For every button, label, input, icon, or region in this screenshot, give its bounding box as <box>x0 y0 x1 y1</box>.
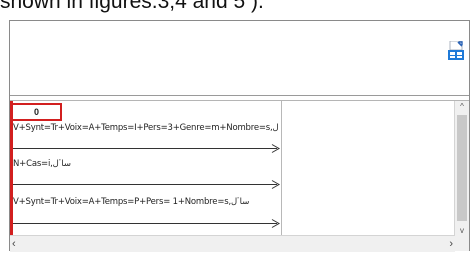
list-item[interactable]: V+Synt=Tr+Voix=A+Temps=I+Pers=3+Genre=m+… <box>13 123 279 141</box>
scroll-down-button[interactable]: v <box>455 225 469 237</box>
scroll-right-button[interactable]: › <box>441 236 453 252</box>
export-excel-icon[interactable] <box>447 41 465 61</box>
horizontal-scrollbar[interactable]: ‹ › <box>10 235 455 252</box>
arrow-right-icon <box>13 219 281 228</box>
scroll-left-button[interactable]: ‹ <box>12 236 24 252</box>
list-item[interactable]: V+Synt=Tr+Voix=A+Temps=P+Pers= 1+Nombre=… <box>13 197 279 215</box>
arrow-right-icon <box>13 144 281 153</box>
transducer-list[interactable]: 0 V+Synt=Tr+Voix=A+Temps=I+Pers=3+Genre=… <box>10 101 282 235</box>
scroll-up-button[interactable]: ^ <box>455 101 469 113</box>
top-pane <box>10 21 469 96</box>
state-counter[interactable]: 0 <box>11 103 62 121</box>
arrow-right-icon <box>13 180 281 189</box>
list-item[interactable]: N+Cas=i,ساٴل <box>13 159 279 177</box>
detail-area <box>282 101 431 235</box>
vertical-scroll-thumb[interactable] <box>457 115 467 221</box>
results-pane: 0 V+Synt=Tr+Voix=A+Temps=I+Pers=3+Genre=… <box>10 100 469 252</box>
caption-text: shown in figures.3;4 and 5 ). <box>0 0 264 13</box>
app-window: 0 V+Synt=Tr+Voix=A+Temps=I+Pers=3+Genre=… <box>9 20 470 252</box>
vertical-scrollbar[interactable]: ^ v <box>454 101 469 251</box>
